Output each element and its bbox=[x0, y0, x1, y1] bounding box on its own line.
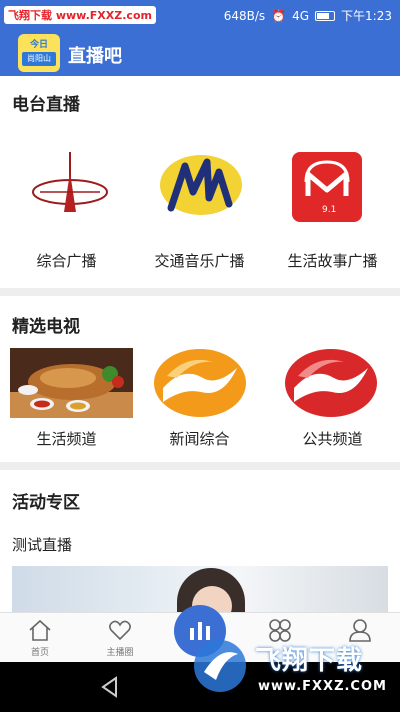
radio-item-traffic-music[interactable]: 交通音乐广播 bbox=[133, 120, 266, 280]
anchor-circle-icon bbox=[109, 620, 131, 641]
tv-item-news[interactable]: 新闻综合 bbox=[133, 346, 266, 456]
tv-item-label: 生活频道 bbox=[36, 430, 97, 448]
alarm-icon: ⏰ bbox=[271, 8, 287, 23]
watermark-title: 飞翔下载 bbox=[255, 646, 364, 676]
red-swoosh-logo-icon bbox=[285, 349, 377, 417]
back-icon[interactable] bbox=[100, 676, 120, 698]
radio-item-label: 生活故事广播 bbox=[287, 252, 378, 270]
food-photo-icon bbox=[10, 348, 133, 418]
radio-section-title: 电台直播 bbox=[12, 95, 80, 115]
signal-indicator: 4G bbox=[292, 8, 310, 23]
life-story-logo-icon: 9.1 bbox=[292, 152, 362, 222]
status-bar: 飞翔下载 www.FXXZ.com 648B/s ⏰ 4G 下午1:23 bbox=[0, 0, 400, 30]
tv-item-life[interactable]: 生活频道 bbox=[0, 346, 133, 456]
nav-label: 主播圈 bbox=[106, 648, 134, 658]
tv-item-label: 公共频道 bbox=[302, 430, 363, 448]
logo-text-bottom: 尚阳山 bbox=[22, 52, 56, 66]
radio-item-comprehensive[interactable]: 综合广播 bbox=[0, 120, 133, 280]
nav-label: 首页 bbox=[30, 648, 49, 658]
app-bar: 今日 尚阳山 直播吧 bbox=[0, 30, 400, 76]
events-section-title: 活动专区 bbox=[12, 493, 80, 513]
radio-item-label: 交通音乐广播 bbox=[154, 252, 245, 270]
radio-item-label: 综合广播 bbox=[36, 252, 97, 270]
tv-item-public[interactable]: 公共频道 bbox=[266, 346, 399, 456]
tv-item-label: 新闻综合 bbox=[169, 430, 230, 448]
clock: 下午1:23 bbox=[341, 9, 392, 23]
net-speed: 648B/s bbox=[223, 8, 266, 23]
home-icon bbox=[29, 619, 51, 641]
orange-swoosh-logo-icon bbox=[154, 349, 246, 417]
section-divider bbox=[0, 288, 400, 296]
battery-icon bbox=[315, 10, 336, 21]
page-title: 直播吧 bbox=[68, 46, 122, 67]
logo-text-top: 今日 bbox=[29, 40, 48, 50]
status-right: 648B/s ⏰ 4G 下午1:23 bbox=[224, 7, 392, 24]
event-item-title[interactable]: 测试直播 bbox=[12, 534, 72, 555]
radio-item-life-story[interactable]: 9.1 生活故事广播 bbox=[266, 120, 399, 280]
nav-anchor-circle[interactable]: 主播圈 bbox=[90, 617, 150, 658]
traffic-music-logo-icon bbox=[160, 155, 242, 215]
svg-text:9.1: 9.1 bbox=[322, 205, 336, 215]
watermark-top: 飞翔下载 www.FXXZ.com bbox=[4, 6, 156, 24]
app-logo: 今日 尚阳山 bbox=[18, 34, 60, 72]
watermark-url: www.FXXZ.COM bbox=[258, 679, 387, 694]
radio-tower-logo-icon bbox=[32, 152, 108, 212]
section-divider bbox=[0, 462, 400, 470]
tv-section-title: 精选电视 bbox=[12, 317, 80, 337]
nav-home[interactable]: 首页 bbox=[10, 617, 70, 658]
